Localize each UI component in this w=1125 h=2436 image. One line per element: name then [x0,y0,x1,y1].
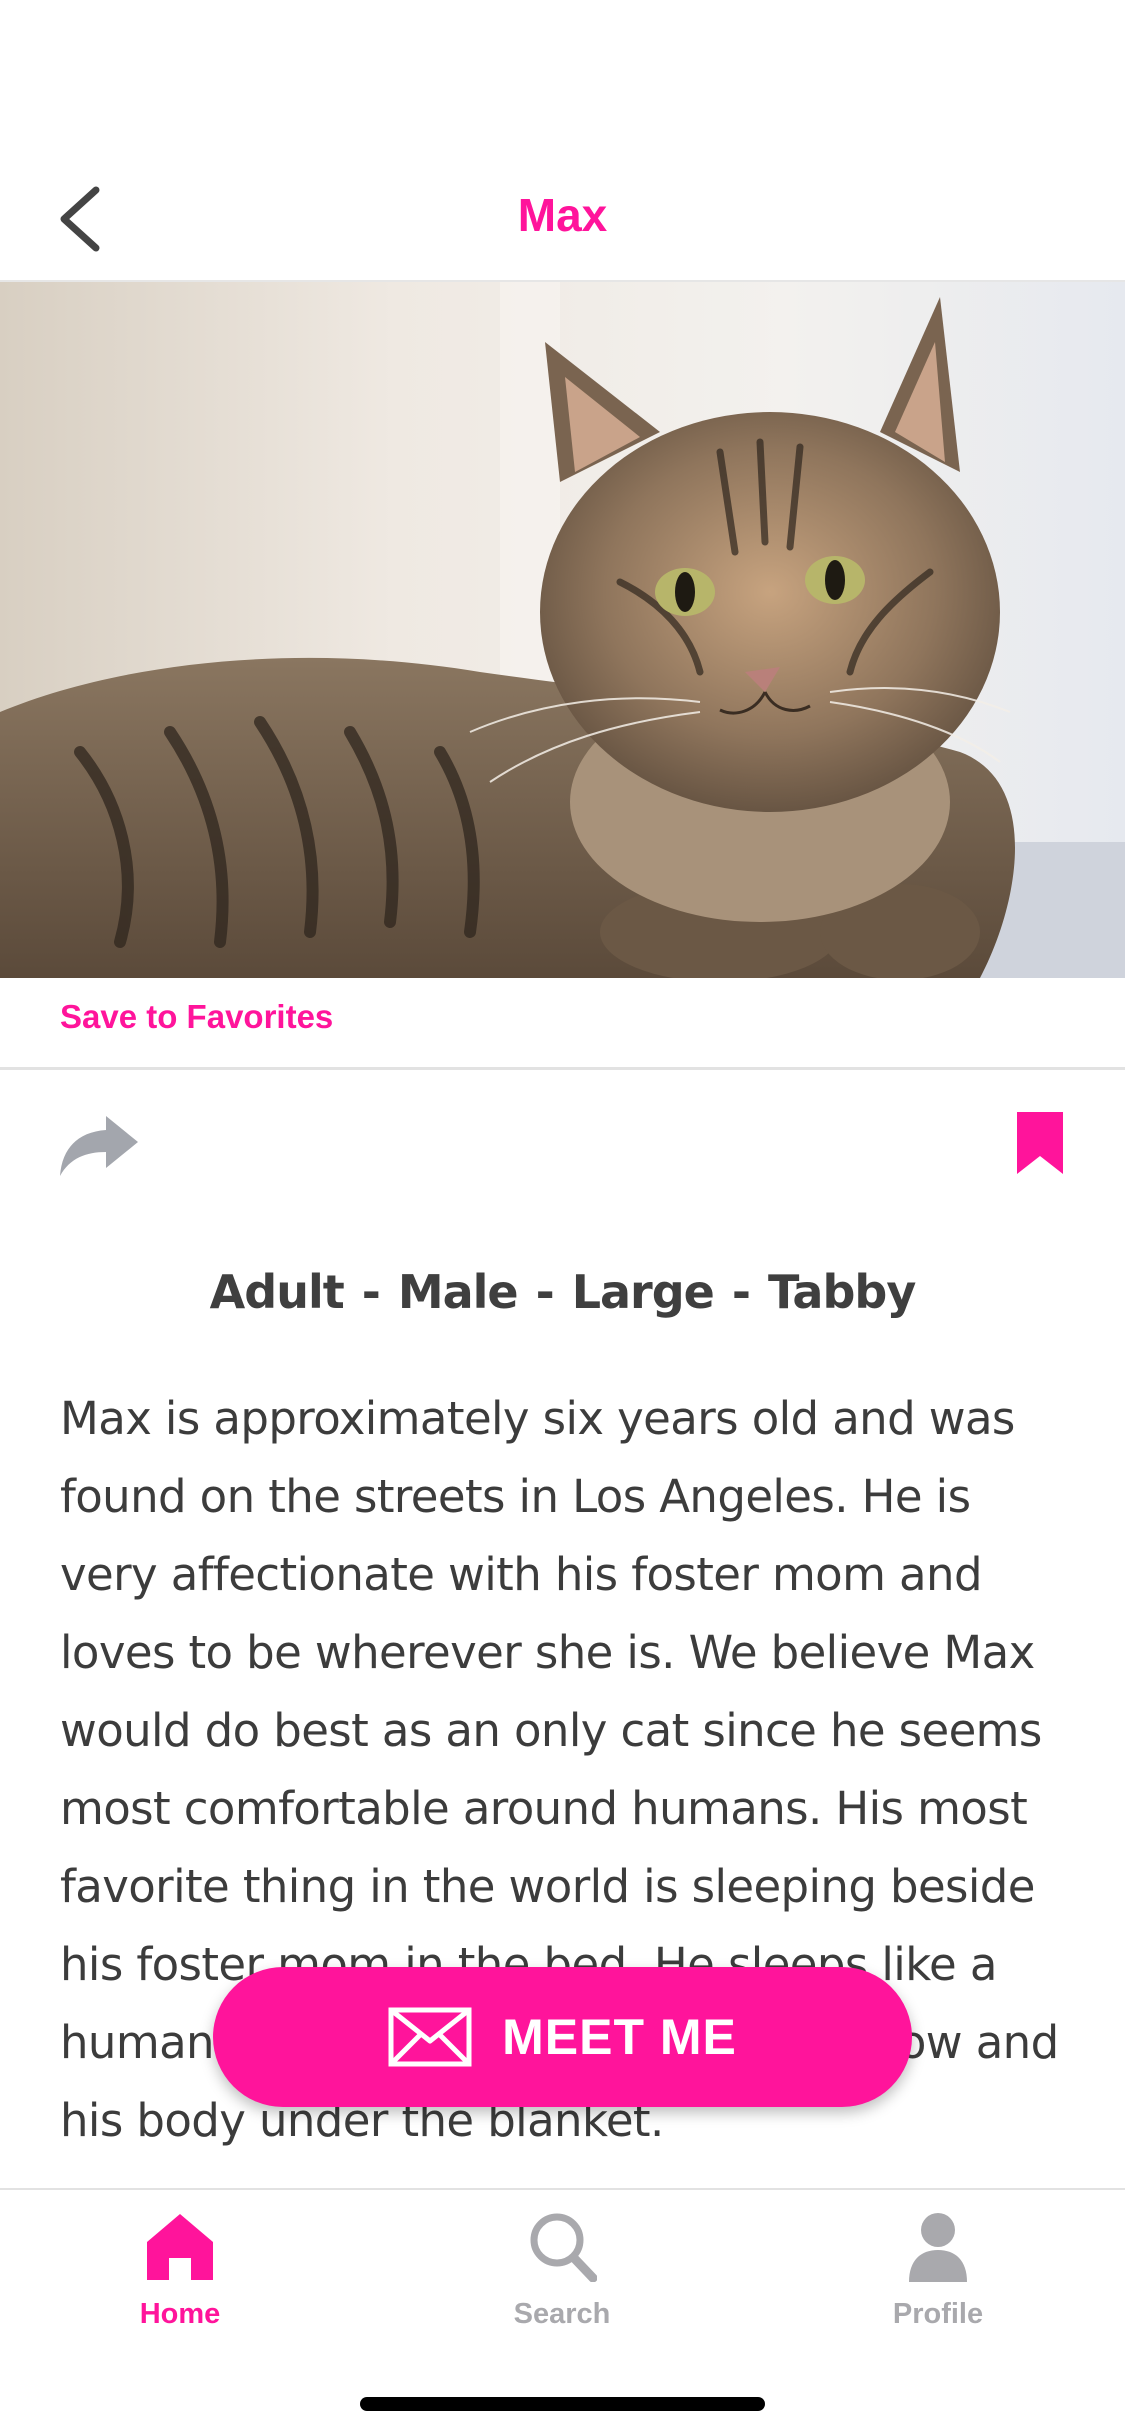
attribute-gender: Male [397,1265,519,1319]
home-indicator [360,2397,765,2411]
attribute-age: Adult [209,1265,345,1319]
tab-label-home: Home [139,2298,221,2330]
pet-photo [0,282,1125,978]
meet-me-label: MEET ME [502,2009,737,2065]
envelope-icon [388,2007,472,2067]
bookmark-button[interactable] [1015,1110,1065,1176]
share-button[interactable] [58,1112,140,1180]
tab-search[interactable]: Search [462,2210,662,2331]
nav-bar: Max [0,150,1125,282]
attribute-breed: Tabby [767,1265,916,1319]
divider [0,1067,1125,1070]
home-icon [147,2214,213,2280]
bookmark-icon [1017,1112,1063,1174]
attribute-separator: - [731,1265,751,1319]
profile-icon [909,2213,967,2282]
pet-attributes: Adult - Male - Large - Tabby [0,1265,1125,1319]
tab-label-profile: Profile [892,2298,984,2330]
tab-profile[interactable]: Profile [838,2210,1038,2331]
tab-home[interactable]: Home [80,2210,280,2331]
attribute-size: Large [571,1265,715,1319]
save-to-favorites-link[interactable]: Save to Favorites [60,998,333,1036]
share-icon [60,1116,138,1176]
tab-label-search: Search [513,2298,611,2330]
meet-me-button[interactable]: MEET ME [213,1967,912,2107]
page-title: Max [517,189,608,241]
attribute-separator: - [535,1265,555,1319]
attribute-separator: - [361,1265,381,1319]
pet-detail-screen: Max Save to Favorites Adult - Male - Lar… [0,0,1125,2436]
search-icon [530,2213,597,2282]
